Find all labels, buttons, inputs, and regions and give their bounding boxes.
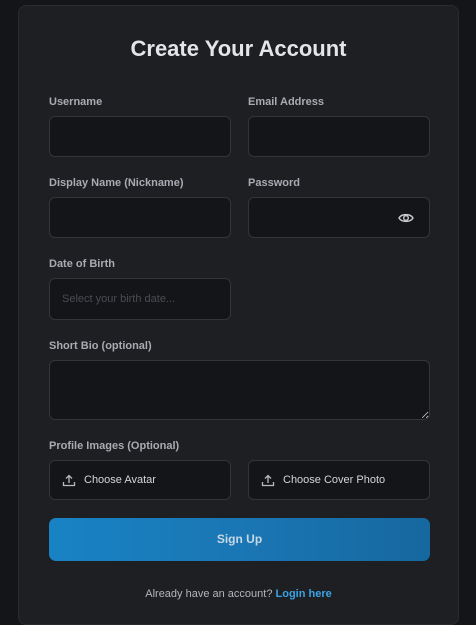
email-label: Email Address xyxy=(248,96,325,108)
email-input[interactable] xyxy=(248,116,430,157)
password-label: Password xyxy=(248,177,300,189)
username-label: Username xyxy=(49,96,103,108)
profile-images-label: Profile Images (Optional) xyxy=(49,440,180,452)
sign-up-button[interactable]: Sign Up xyxy=(49,518,430,561)
dob-input[interactable] xyxy=(49,278,231,320)
choose-avatar-label: Choose Avatar xyxy=(84,474,156,486)
choose-cover-photo-label: Choose Cover Photo xyxy=(283,474,386,486)
login-prompt-text: Already have an account? xyxy=(145,588,273,600)
choose-avatar-button[interactable]: Choose Avatar xyxy=(49,460,231,500)
bio-label: Short Bio (optional) xyxy=(49,340,152,352)
bio-textarea[interactable] xyxy=(49,360,430,420)
upload-icon xyxy=(62,474,76,487)
upload-icon xyxy=(261,474,275,487)
choose-cover-photo-button[interactable]: Choose Cover Photo xyxy=(248,460,430,500)
page-title: Create Your Account xyxy=(130,36,347,61)
username-input[interactable] xyxy=(49,116,231,157)
login-prompt: Already have an account? Login here xyxy=(19,588,458,600)
signup-card: Create Your Account Username Email Addre… xyxy=(18,5,459,625)
eye-icon[interactable] xyxy=(398,211,414,223)
login-link[interactable]: Login here xyxy=(276,588,332,600)
display-name-label: Display Name (Nickname) xyxy=(49,177,184,189)
dob-label: Date of Birth xyxy=(49,258,115,270)
display-name-input[interactable] xyxy=(49,197,231,238)
